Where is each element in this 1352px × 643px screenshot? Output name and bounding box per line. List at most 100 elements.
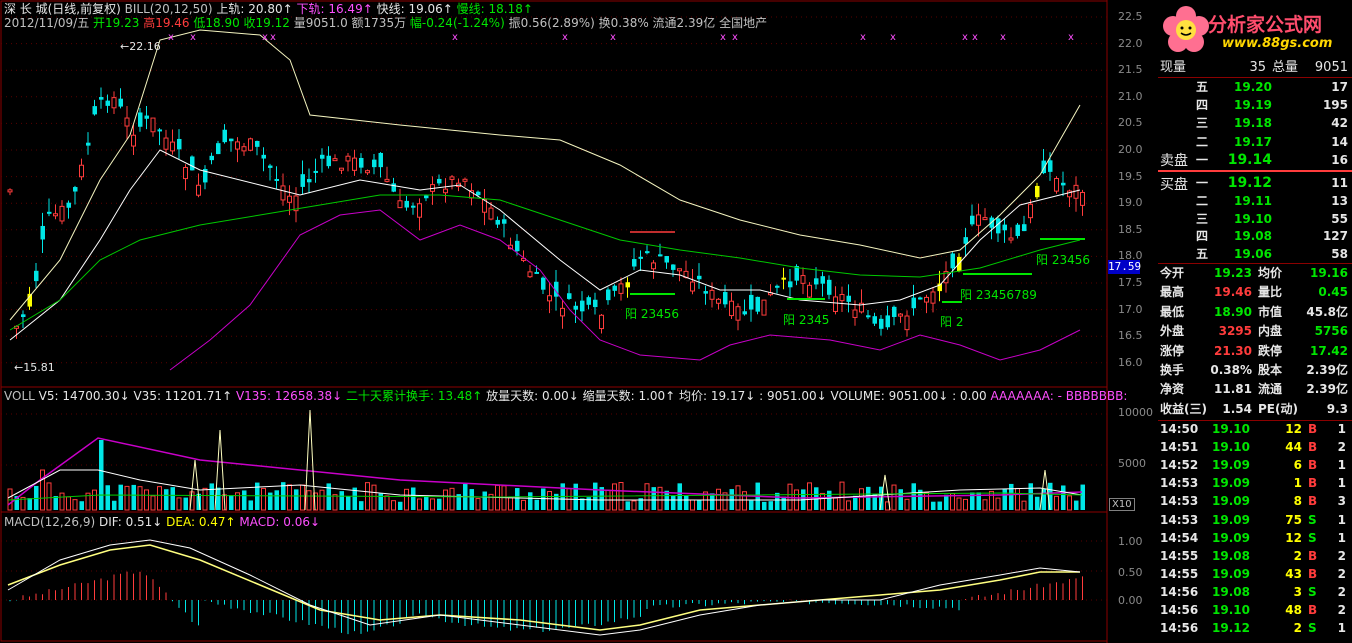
volume-bar <box>332 494 338 511</box>
high-annotation: ←22.16 <box>120 40 161 53</box>
volume-bar <box>359 501 364 510</box>
volume-bar <box>294 489 299 510</box>
volume-bar <box>242 490 247 510</box>
candle-body <box>1054 178 1059 192</box>
candle-body <box>124 117 130 127</box>
yang-signal-5: 阳 23456 <box>1036 253 1090 267</box>
candle-body <box>92 106 97 115</box>
candle-body <box>742 311 747 315</box>
volume-bar <box>904 498 910 511</box>
candle-body <box>534 271 539 274</box>
volume-bar <box>508 497 513 511</box>
bar-info-item-2: 高19.46 <box>139 16 190 30</box>
volume-bar <box>261 487 266 511</box>
logo-title: 分析家公式网 <box>1208 14 1323 36</box>
macd-axis-05: 0.50 <box>1118 566 1143 579</box>
volume-bar <box>209 483 214 510</box>
volume-bar <box>131 484 136 510</box>
candle-body <box>1015 224 1020 236</box>
volume-bar <box>27 498 32 510</box>
volume-bar <box>1021 500 1027 511</box>
site-logo: 分析家公式网 www.88gs.com <box>1158 0 1352 58</box>
candle-body <box>502 219 507 224</box>
volume-bar <box>515 488 520 510</box>
candle-body <box>157 129 162 132</box>
candle-body <box>1080 191 1085 206</box>
candle-body <box>677 268 682 272</box>
volume-bar <box>424 496 429 510</box>
candle-body <box>606 289 611 301</box>
volume-bar <box>319 489 325 511</box>
vol-header-item-6: 缩量天数: 1.00↑ <box>578 389 676 403</box>
volume-bar <box>150 495 156 511</box>
candle-body <box>950 253 955 269</box>
candle-body <box>658 254 663 257</box>
top-marker: x <box>562 32 568 43</box>
yang-signal-1: 阳 23456 <box>625 307 679 321</box>
top-marker: x <box>860 32 866 43</box>
candle-body <box>53 213 58 217</box>
volume-bar <box>170 487 175 510</box>
volume-bar <box>105 485 110 510</box>
candle-body <box>352 157 357 171</box>
candle-body <box>86 142 91 146</box>
volume-bar <box>417 498 422 511</box>
candle-body <box>904 315 910 331</box>
vol-axis-10000: 10000 <box>1118 406 1153 419</box>
volume-bar <box>586 497 591 510</box>
vol-unit-badge: X10 <box>1109 498 1135 511</box>
volume-bar <box>124 485 130 511</box>
price-axis-label: 22.5 <box>1118 10 1143 23</box>
volume-bar <box>176 497 182 511</box>
candle-body <box>261 154 266 159</box>
chart-canvas[interactable]: xxxxxxxxxxxxxxx <box>0 0 1158 643</box>
volume-bar <box>398 501 403 510</box>
volume-bar <box>833 497 838 511</box>
top-marker: x <box>168 32 174 43</box>
candle-body <box>911 297 916 309</box>
bar-info-item-8: 振0.56(2.89%) <box>504 16 595 30</box>
macd-header-item-2: DEA: 0.47↑ <box>162 515 236 529</box>
volume-bar <box>306 490 312 511</box>
tick-row: 14:55 19.09 43 B 2 <box>1160 566 1346 581</box>
candle-body <box>111 97 117 109</box>
volume-bar <box>1080 484 1085 510</box>
candle-body <box>99 97 104 100</box>
header-item-5: 慢线: 18.18↑ <box>452 2 533 16</box>
candle-body <box>515 240 520 252</box>
bar-info-item-11: 全国地产 <box>715 16 768 30</box>
candle-body <box>690 281 695 292</box>
volume-bar <box>59 492 65 511</box>
volume-bar <box>521 499 526 511</box>
sell-level-3: 三 19.18 42 <box>1196 116 1348 131</box>
volume-bar <box>547 491 552 511</box>
volume-bar <box>644 483 650 511</box>
volume-bar <box>735 485 741 511</box>
price-axis-label: 21.0 <box>1118 89 1143 103</box>
stat-row: 收益(三) 1.54 PE(动) 9.3 <box>1160 401 1348 416</box>
candle-body <box>807 284 812 298</box>
volume-bar <box>287 484 292 511</box>
volume-bar <box>1074 500 1079 510</box>
candle-body <box>527 271 533 278</box>
bar-info-item-3: 低18.90 <box>189 16 240 30</box>
dea-line <box>7 544 1080 631</box>
bar-info-item-7: 幅-0.24(-1.24%) <box>406 16 505 30</box>
macd-axis-1: 1.00 <box>1118 535 1143 548</box>
price-axis-label: 18.5 <box>1118 222 1143 236</box>
candle-body <box>21 314 26 318</box>
volume-bar <box>982 499 988 511</box>
candle-body <box>59 205 65 222</box>
sell-level-2: 二 19.17 14 <box>1196 134 1348 149</box>
price-axis-label: 16.5 <box>1118 329 1143 343</box>
candle-body <box>307 179 312 183</box>
macd-axis-0: 0.00 <box>1118 594 1143 607</box>
volume-bar <box>651 487 656 510</box>
volume-bar <box>846 500 851 511</box>
vol-header-item-7: 均价: 19.17↓ <box>675 389 756 403</box>
volume-bar <box>989 490 994 511</box>
candle-body <box>1028 203 1033 219</box>
volume-bar <box>827 490 832 510</box>
candle-body <box>632 259 637 267</box>
candle-body <box>930 291 936 304</box>
